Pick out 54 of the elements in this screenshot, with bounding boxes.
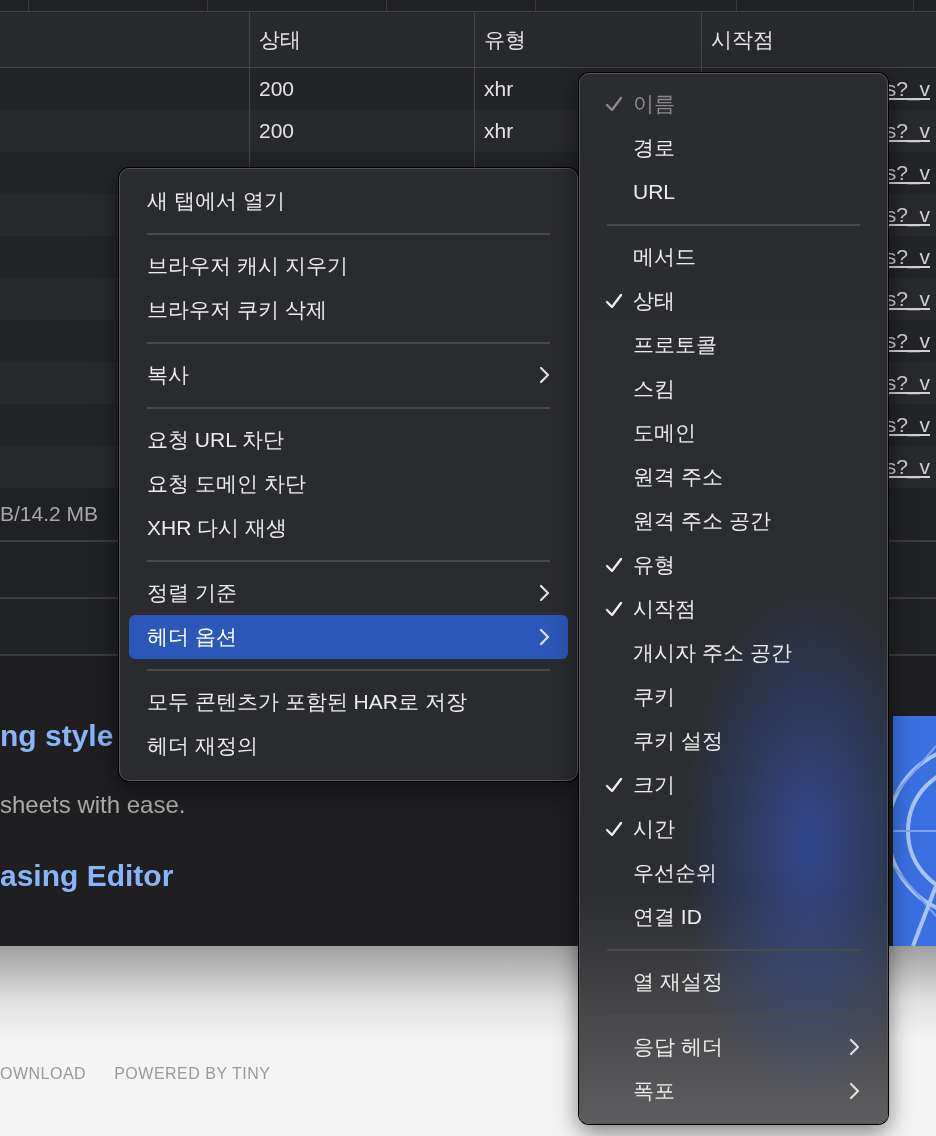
menu-item[interactable]: 원격 주소 xyxy=(589,455,878,499)
column-header[interactable]: 유형 xyxy=(484,25,526,54)
menu-item[interactable]: 시작점 xyxy=(589,587,878,631)
menu-item[interactable]: 복사 xyxy=(129,353,568,397)
table-cell: xhr xyxy=(484,77,514,101)
column-header[interactable]: 상태 xyxy=(259,25,301,54)
chevron-icon xyxy=(848,1081,860,1101)
table-cell: xhr xyxy=(484,119,514,143)
section-heading: ng style xyxy=(0,719,114,753)
menu-item[interactable]: 연결 ID xyxy=(589,895,878,939)
menu-item[interactable]: 메서드 xyxy=(589,235,878,279)
menu-item[interactable]: 모두 콘텐츠가 포함된 HAR로 저장 xyxy=(129,680,568,724)
menu-item[interactable]: 요청 도메인 차단 xyxy=(129,462,568,506)
check-icon xyxy=(604,94,624,114)
menu-item[interactable]: 열 재설정 xyxy=(589,960,878,1004)
menu-item[interactable]: 크기 xyxy=(589,763,878,807)
check-icon xyxy=(604,775,624,795)
menu-item[interactable]: 시간 xyxy=(589,807,878,851)
menu-item[interactable]: 유형 xyxy=(589,543,878,587)
menu-item[interactable]: URL xyxy=(589,170,878,214)
menu-item[interactable]: XHR 다시 재생 xyxy=(129,506,568,550)
menu-item[interactable]: 원격 주소 공간 xyxy=(589,499,878,543)
check-icon xyxy=(604,555,624,575)
transfer-summary: B/14.2 MB xyxy=(0,502,99,526)
menu-item[interactable]: 개시자 주소 공간 xyxy=(589,631,878,675)
description-text: sheets with ease. xyxy=(0,791,186,819)
chevron-icon xyxy=(538,365,550,385)
menu-item[interactable]: 도메인 xyxy=(589,411,878,455)
chevron-icon xyxy=(538,627,550,647)
menu-item[interactable]: 새 탭에서 열기 xyxy=(129,179,568,223)
menu-item[interactable]: 브라우저 캐시 지우기 xyxy=(129,244,568,288)
check-icon xyxy=(604,291,624,311)
menu-item[interactable]: 헤더 재정의 xyxy=(129,724,568,768)
section-heading: asing Editor xyxy=(0,859,174,893)
menu-item[interactable]: 응답 헤더 xyxy=(589,1025,878,1069)
menu-item[interactable]: 스킴 xyxy=(589,367,878,411)
menu-item[interactable]: 우선순위 xyxy=(589,851,878,895)
table-cell: 200 xyxy=(259,119,295,143)
table-cell: 200 xyxy=(259,77,295,101)
check-icon xyxy=(604,819,624,839)
menu-item[interactable]: 쿠키 xyxy=(589,675,878,719)
menu-item[interactable]: 헤더 옵션 xyxy=(129,615,568,659)
menu-item[interactable]: 브라우저 쿠키 삭제 xyxy=(129,288,568,332)
chevron-icon xyxy=(538,583,550,603)
check-icon xyxy=(604,599,624,619)
column-header[interactable]: 시작점 xyxy=(711,25,774,54)
chevron-icon xyxy=(848,1037,860,1057)
menu-item[interactable]: 요청 URL 차단 xyxy=(129,418,568,462)
menu-item[interactable]: 폭포 xyxy=(589,1069,878,1113)
menu-item[interactable]: 상태 xyxy=(589,279,878,323)
menu-item[interactable]: 경로 xyxy=(589,126,878,170)
menu-item[interactable]: 쿠키 설정 xyxy=(589,719,878,763)
menu-item[interactable]: 정렬 기준 xyxy=(129,571,568,615)
menu-item[interactable]: 프로토콜 xyxy=(589,323,878,367)
